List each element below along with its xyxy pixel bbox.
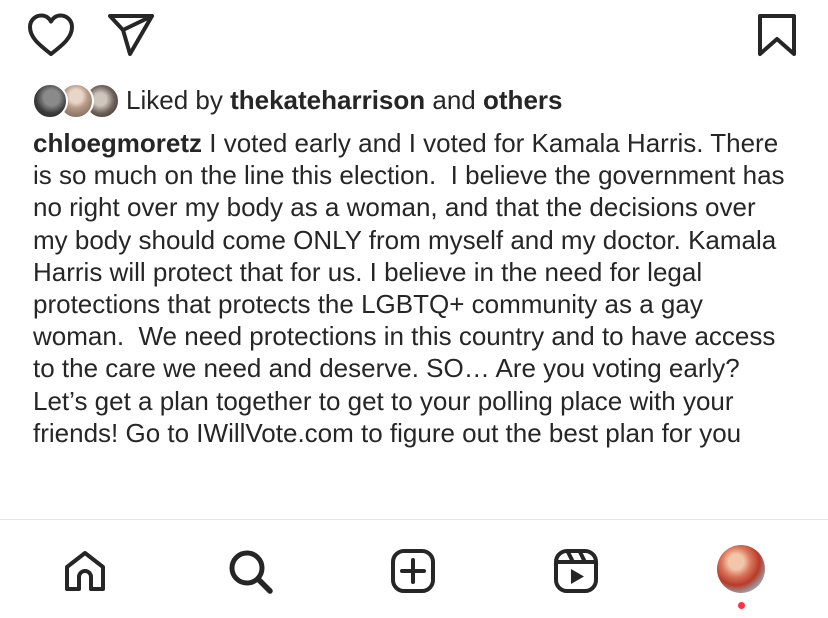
bookmark-icon[interactable] [756,12,798,58]
likes-summary[interactable]: Liked by thekateharrison and others [32,80,562,120]
liker-avatar [32,83,68,119]
post-action-row [0,0,828,70]
post-caption: chloegmoretz I voted early and I voted f… [33,127,793,449]
liked-by-avatars [32,82,122,119]
paper-plane-icon[interactable] [106,12,156,58]
heart-icon[interactable] [26,12,76,58]
likes-prefix: Liked by [126,84,223,115]
create-post-icon [389,547,437,600]
reels-icon [552,547,600,600]
caption-text: I voted early and I voted for Kamala Har… [33,128,792,448]
tab-create[interactable] [388,548,438,598]
tab-home[interactable] [60,548,110,598]
liker-username[interactable]: thekateharrison [230,85,425,115]
caption-username[interactable]: chloegmoretz [33,128,202,158]
search-icon [226,547,274,600]
tab-search[interactable] [225,548,275,598]
likes-text: Liked by thekateharrison and others [126,85,562,116]
profile-avatar [717,545,765,593]
tab-reels[interactable] [551,548,601,598]
likes-others-link[interactable]: others [483,85,562,115]
home-icon [61,547,109,600]
likes-connector: and [432,84,476,115]
bottom-tab-bar [0,520,828,618]
tab-profile[interactable] [716,544,766,594]
notification-dot [738,602,745,609]
